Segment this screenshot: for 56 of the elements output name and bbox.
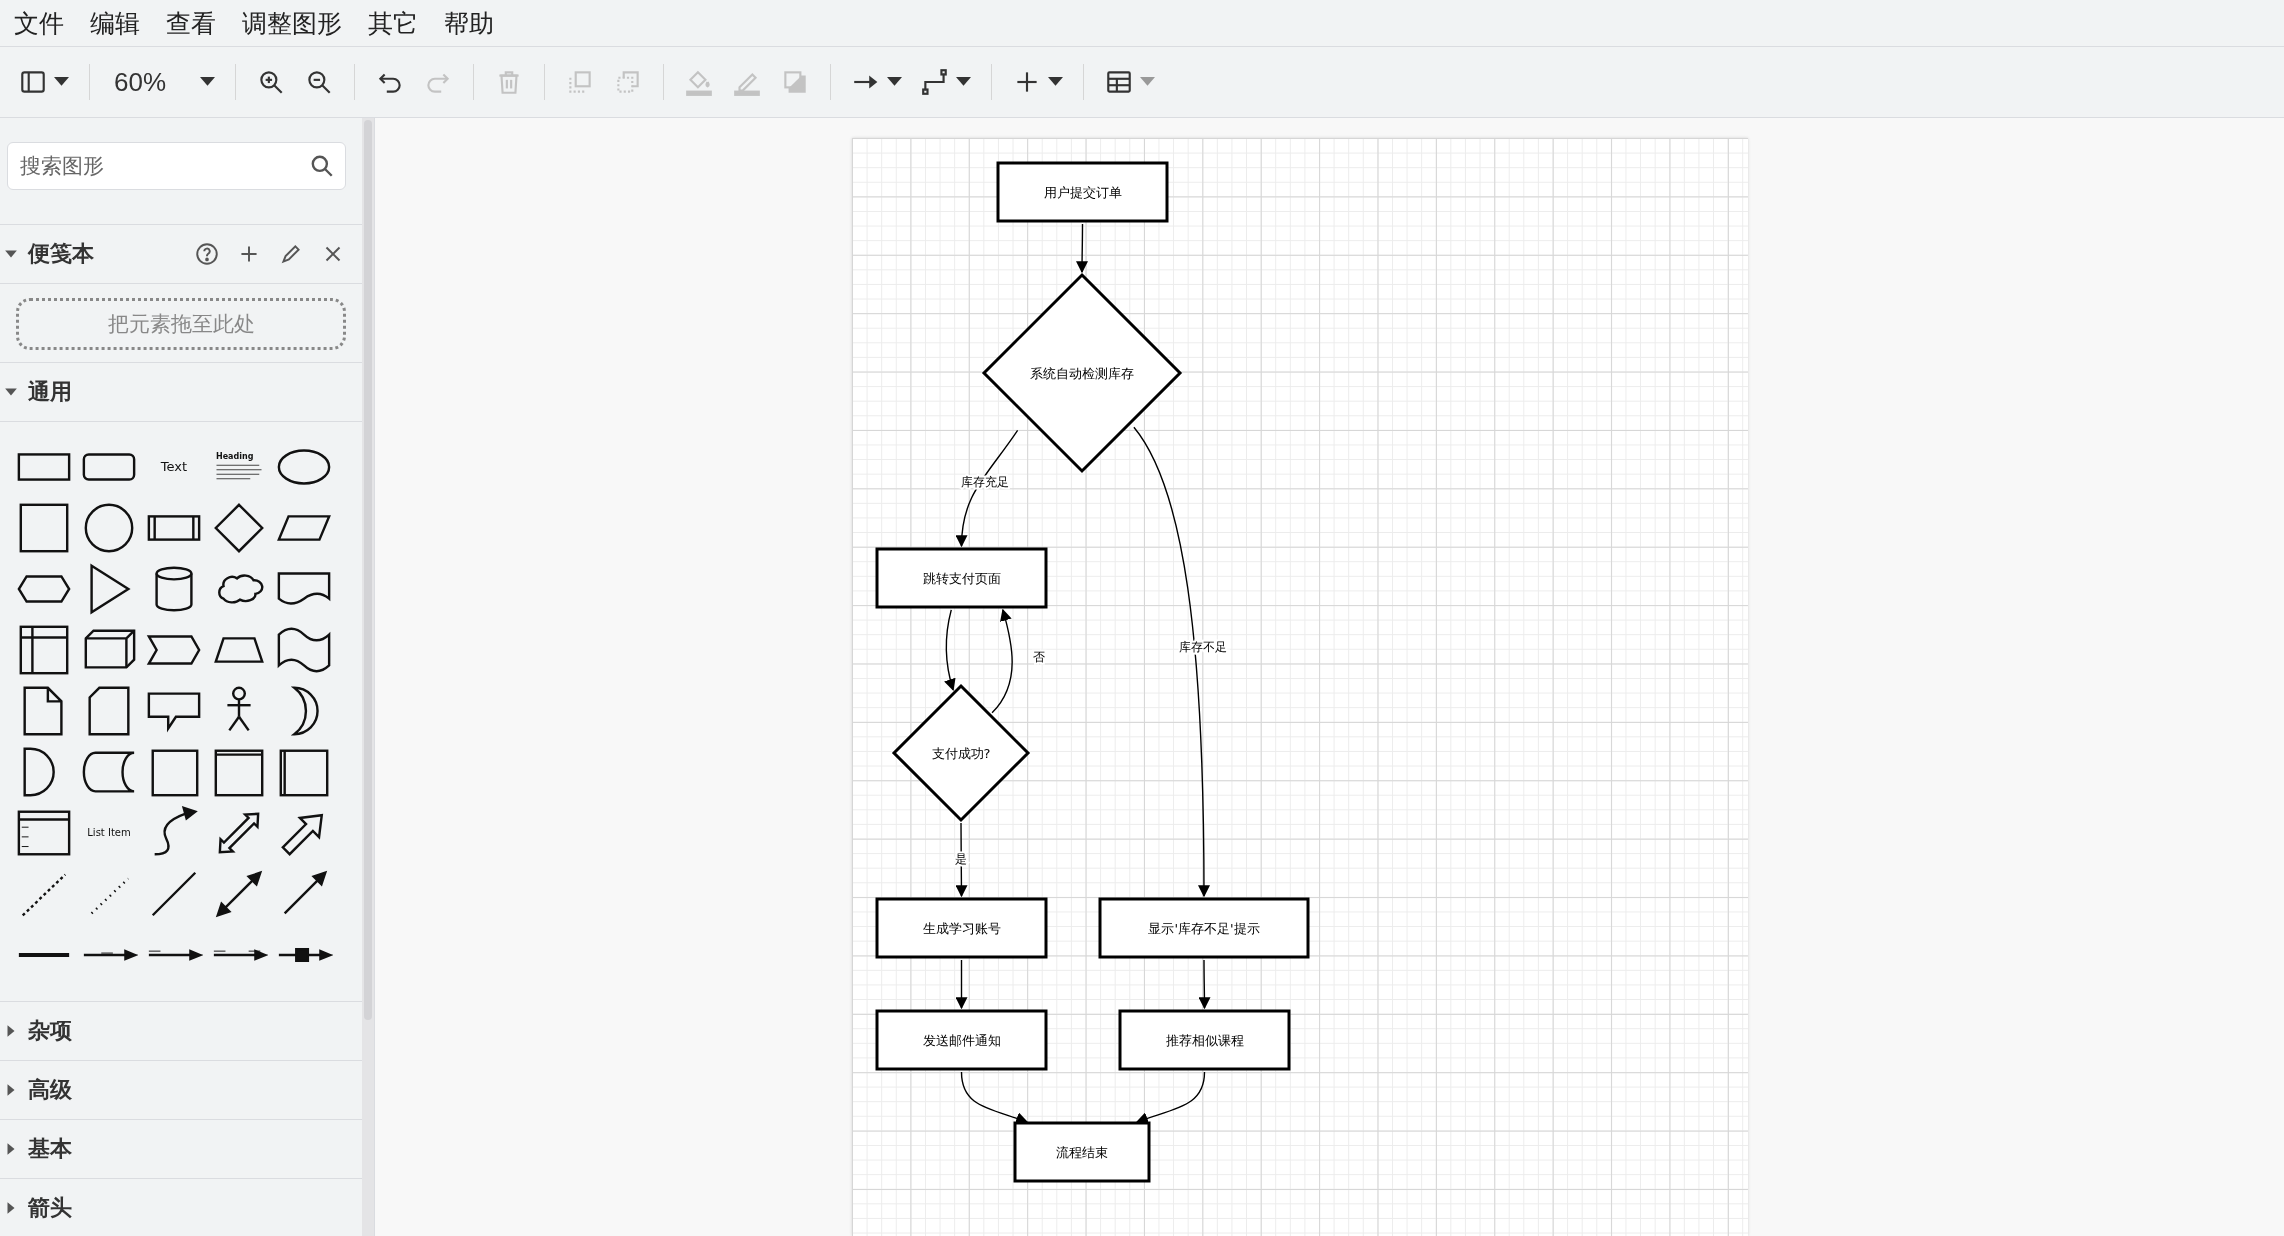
section-title: 杂项 xyxy=(28,1017,72,1045)
process-box[interactable] xyxy=(875,547,1048,609)
zoom-dropdown[interactable]: 60% xyxy=(106,62,220,102)
text-lines-icon xyxy=(216,463,262,481)
scrollbar[interactable] xyxy=(362,118,374,1236)
section-title: 箭头 xyxy=(28,1194,72,1222)
palette-text[interactable]: List Item xyxy=(87,827,131,838)
node-label: 用户提交订单 xyxy=(1043,184,1122,200)
node-label: 跳转支付页面 xyxy=(922,570,1001,586)
connector-arrow[interactable] xyxy=(1076,223,1089,274)
node-label: 系统自动检测库存 xyxy=(1030,365,1134,381)
process-box[interactable] xyxy=(1098,897,1310,959)
section-title: 便笺本 xyxy=(28,240,94,268)
help-icon[interactable] xyxy=(194,241,220,267)
connector-arrow[interactable] xyxy=(1135,1071,1206,1124)
section-title: 基本 xyxy=(28,1135,72,1163)
caret-icon xyxy=(887,77,903,87)
node-label: 生成学习账号 xyxy=(922,920,1001,936)
caret-icon xyxy=(1048,77,1064,87)
search-bar[interactable]: 搜索图形 xyxy=(7,142,346,190)
section-title: 高级 xyxy=(28,1076,72,1104)
connector-arrow[interactable] xyxy=(991,608,1013,714)
node-label: 流程结束 xyxy=(1056,1144,1108,1160)
decision-diamond[interactable] xyxy=(981,272,1183,474)
caret-icon xyxy=(956,77,972,87)
node-label: 显示'库存不足'提示 xyxy=(1148,920,1260,936)
node-label: 发送邮件通知 xyxy=(922,1032,1001,1048)
process-box[interactable] xyxy=(875,897,1048,959)
connector-arrow[interactable] xyxy=(960,1071,1029,1124)
process-box[interactable] xyxy=(1118,1009,1291,1071)
palette-text[interactable]: Text xyxy=(160,459,188,474)
menu-item[interactable]: 编辑 xyxy=(90,6,140,40)
node-label: 推荐相似课程 xyxy=(1165,1032,1244,1048)
section-header[interactable]: 便笺本 xyxy=(0,225,362,284)
caret-icon xyxy=(200,77,216,87)
decision-diamond[interactable] xyxy=(891,683,1031,823)
menu-item[interactable]: 查看 xyxy=(166,6,216,40)
process-box[interactable] xyxy=(875,1009,1048,1071)
node-label: 支付成功? xyxy=(931,745,991,761)
palette-heading[interactable]: Heading xyxy=(216,452,254,461)
search-input[interactable]: 搜索图形 xyxy=(18,153,309,179)
connector-arrow[interactable] xyxy=(955,959,968,1010)
connector-arrow[interactable] xyxy=(955,429,1019,548)
process-box[interactable] xyxy=(996,161,1169,223)
connector-arrow[interactable] xyxy=(944,609,956,691)
menu-item[interactable]: 文件 xyxy=(14,6,64,40)
menu-item[interactable]: 调整图形 xyxy=(242,6,342,40)
section-title: 通用 xyxy=(28,378,72,406)
process-box[interactable] xyxy=(1013,1121,1151,1183)
caret-icon xyxy=(1140,77,1156,87)
menu-item[interactable]: 帮助 xyxy=(444,6,494,40)
caret-icon xyxy=(54,77,69,87)
edge-label: 否 xyxy=(1033,650,1045,664)
connector-arrow[interactable] xyxy=(1198,959,1211,1010)
menu-item[interactable]: 其它 xyxy=(368,6,418,40)
search-icon xyxy=(309,153,335,179)
